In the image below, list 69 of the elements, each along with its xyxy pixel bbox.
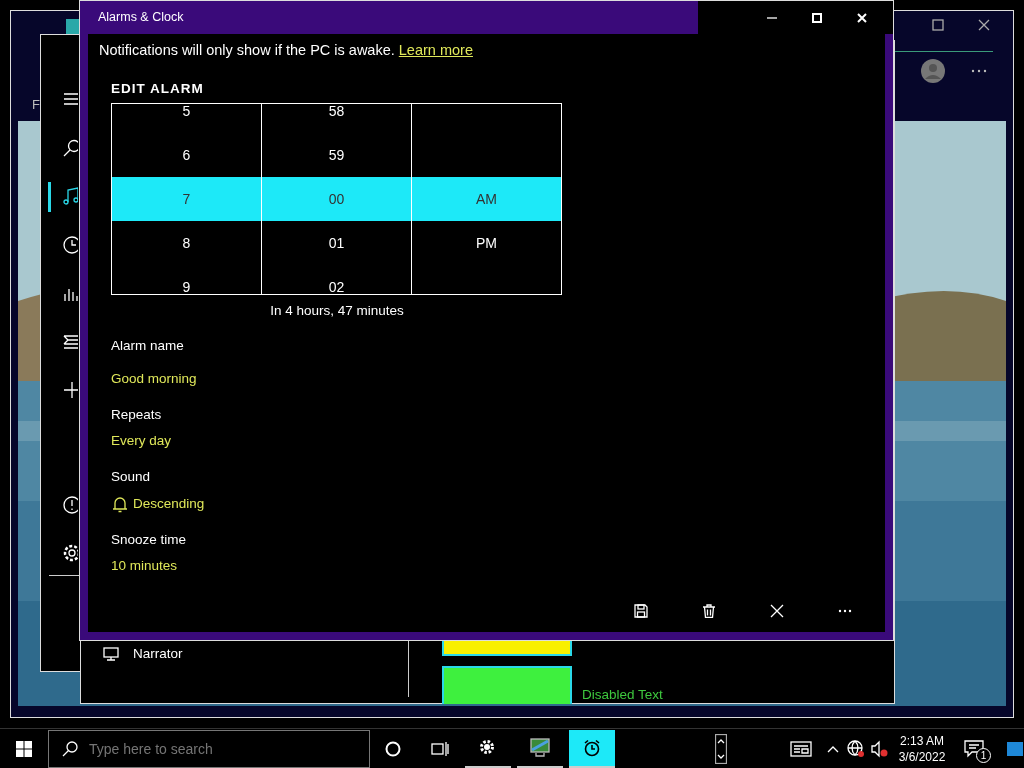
notification-count: 1 [976, 747, 991, 763]
hour-picker[interactable]: 5 6 7 8 9 [111, 103, 262, 295]
period-option[interactable]: PM [476, 232, 497, 254]
avatar-icon[interactable] [921, 59, 945, 83]
close-icon[interactable] [978, 19, 990, 31]
period-picker[interactable]: AM PM [411, 103, 562, 295]
section-heading: EDIT ALARM [111, 79, 205, 98]
cut-text: F [32, 96, 40, 114]
countdown-text: In 4 hours, 47 minutes [269, 302, 405, 320]
field-label: Sound [111, 468, 152, 487]
field-value[interactable]: Descending [133, 493, 205, 514]
gear-icon [479, 738, 497, 757]
minute-option[interactable]: 00 [328, 188, 345, 210]
minute-option[interactable]: 58 [328, 104, 345, 122]
window-title: Alarms & Clock [98, 9, 184, 27]
bell-icon [111, 494, 129, 513]
learn-more-link[interactable]: Learn more [398, 42, 473, 58]
monitor-icon [103, 647, 119, 662]
maximize-icon[interactable] [932, 19, 944, 31]
period-option[interactable]: AM [476, 188, 497, 210]
notifications-button[interactable]: 1 [953, 729, 995, 768]
alarm-app-button[interactable] [569, 729, 615, 768]
circle-icon [384, 740, 401, 757]
up-down-icon [715, 733, 727, 764]
trash-icon [702, 604, 716, 618]
clock-icon [62, 234, 78, 255]
close-icon [770, 604, 784, 618]
info-icon [62, 494, 78, 515]
task-view-icon [431, 740, 449, 757]
field-value[interactable]: Every day [111, 431, 172, 452]
time-text: 2:13 AM [900, 732, 944, 749]
field-label: Alarm name [111, 337, 185, 356]
minute-picker[interactable]: 58 59 00 01 02 [261, 103, 412, 295]
field-label: Snooze time [111, 530, 188, 549]
date-text: 3/6/2022 [898, 748, 946, 765]
more-icon[interactable] [971, 69, 987, 73]
minute-option[interactable]: 59 [328, 144, 345, 166]
minute-option[interactable]: 02 [328, 276, 345, 294]
monitor-icon [530, 738, 550, 757]
field-value[interactable]: 10 minutes [111, 556, 178, 577]
globe-icon [847, 739, 865, 758]
disabled-text: Disabled Text [582, 686, 663, 703]
hour-option[interactable]: 7 [182, 188, 191, 210]
clock-button[interactable]: 2:13 AM 3/6/2022 [891, 729, 953, 768]
narrator-label: Narrator [133, 645, 183, 663]
music-icon [62, 186, 78, 207]
hour-option[interactable]: 6 [182, 144, 191, 166]
maximize-icon [810, 11, 823, 24]
desktop-icon [1007, 741, 1023, 756]
hour-option[interactable]: 9 [182, 276, 191, 294]
search-icon [62, 740, 78, 757]
windows-icon [16, 740, 32, 757]
message-icon [964, 738, 984, 759]
search-field[interactable]: Type here to search [48, 729, 370, 768]
news-icon [790, 740, 812, 757]
minute-option[interactable]: 01 [328, 232, 345, 254]
save-icon [634, 604, 648, 618]
field-label: Repeats [111, 405, 163, 424]
notice-text: Notifications will only show if the PC is awake. Learn more [99, 41, 474, 60]
field-value[interactable]: Good morning [111, 368, 197, 389]
hour-option[interactable]: 8 [182, 232, 191, 254]
alarm-clock-icon [583, 738, 601, 757]
chevron-up-icon [827, 744, 839, 753]
app-icon [66, 19, 80, 35]
close-icon [855, 11, 868, 24]
hour-option[interactable]: 5 [182, 104, 191, 122]
add-icon [62, 380, 78, 401]
volume-muted-icon [870, 739, 888, 758]
settings-icon [62, 543, 78, 564]
